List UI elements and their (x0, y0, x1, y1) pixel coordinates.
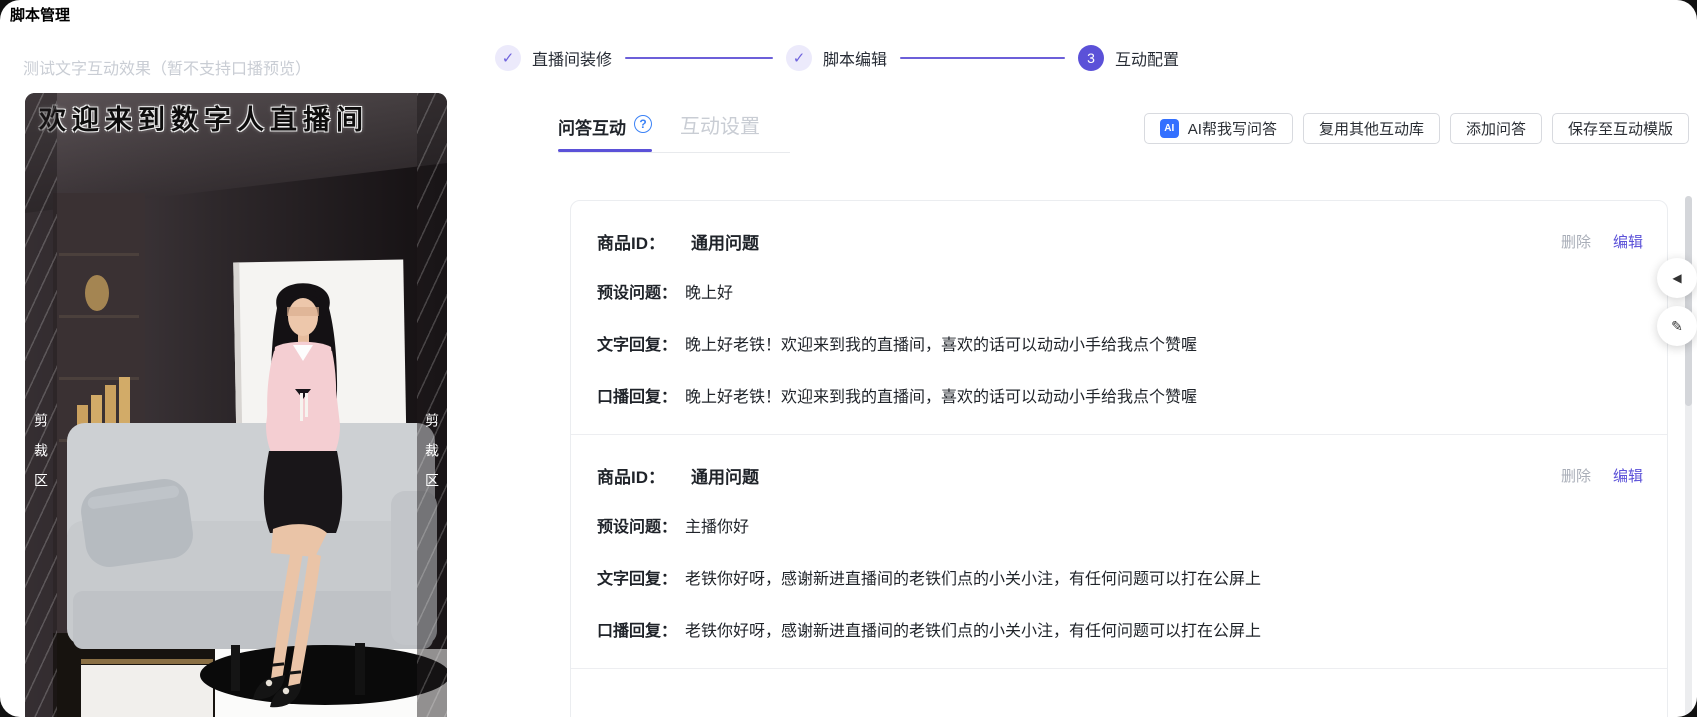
spoken-reply-row: 口播回复： 老铁你好呀，感谢新进直播间的老铁们点的小关小注，有任何问题可以打在公… (597, 620, 1641, 644)
row-value: 晚上好 (685, 285, 734, 302)
collapse-fab-button[interactable]: ◀ (1657, 258, 1697, 298)
edit-link[interactable]: 编辑 (1613, 465, 1643, 486)
edit-tool-fab-button[interactable]: ✎ (1657, 306, 1697, 346)
crop-zone-label: 剪裁区 (424, 413, 440, 503)
delete-link[interactable]: 删除 (1561, 465, 1591, 486)
row-label: 预设问题： (597, 519, 678, 536)
row-label: 口播回复： (597, 389, 678, 406)
step-number-badge: 3 (1078, 45, 1105, 71)
tab-bar: 问答互动 ? 互动设置 (558, 110, 760, 139)
page-title: 脚本管理 (10, 7, 71, 24)
live-room-preview: 欢迎来到数字人直播间 剪裁区 剪裁区 (25, 93, 447, 717)
spoken-reply-row: 口播回复： 晚上好老铁！欢迎来到我的直播间，喜欢的话可以动动小手给我点个赞喔 (597, 386, 1641, 410)
scrollbar-thumb[interactable] (1685, 196, 1692, 406)
row-value: 老铁你好呀，感谢新进直播间的老铁们点的小关小注，有任何问题可以打在公屏上 (685, 571, 1262, 588)
tab-interaction-settings[interactable]: 互动设置 (680, 110, 760, 139)
step-label: 直播间装修 (532, 52, 613, 69)
check-icon: ✓ (495, 45, 521, 71)
row-label: 文字回复： (597, 571, 678, 588)
active-tab-indicator (558, 149, 652, 152)
row-value: 晚上好老铁！欢迎来到我的直播间，喜欢的话可以动动小手给我点个赞喔 (685, 337, 1198, 354)
add-qa-button[interactable]: 添加问答 (1449, 113, 1542, 144)
app-window: 脚本管理 测试文字互动效果（暂不支持口播预览） ✓ 直播间装修 ✓ 脚本编辑 3… (0, 0, 1697, 717)
crop-zone-right: 剪裁区 (417, 93, 447, 717)
preview-subtitle: 测试文字互动效果（暂不支持口播预览） (23, 61, 312, 78)
preview-scene-illustration (25, 93, 447, 717)
row-value: 老铁你好呀，感谢新进直播间的老铁们点的小关小注，有任何问题可以打在公屏上 (685, 623, 1262, 640)
ai-write-qa-label: AI帮我写问答 (1187, 121, 1277, 138)
toolbar: AI AI帮我写问答 复用其他互动库 添加问答 保存至互动模版 (1143, 113, 1689, 144)
edit-link[interactable]: 编辑 (1613, 231, 1643, 252)
qa-group: 商品ID： 通用问题 删除 编辑 预设问题： 主播你好 文字回复： 老铁你好呀，… (571, 435, 1667, 669)
product-id-value: 通用问题 (691, 468, 759, 487)
reuse-interaction-library-button[interactable]: 复用其他互动库 (1302, 113, 1440, 144)
row-label: 预设问题： (597, 285, 678, 302)
ai-write-qa-button[interactable]: AI AI帮我写问答 (1143, 113, 1293, 144)
text-reply-row: 文字回复： 晚上好老铁！欢迎来到我的直播间，喜欢的话可以动动小手给我点个赞喔 (597, 334, 1641, 358)
qa-group-header: 商品ID： 通用问题 (597, 463, 1641, 488)
stepper-connector (625, 57, 774, 59)
check-icon: ✓ (786, 45, 813, 71)
crop-zone-left: 剪裁区 (25, 93, 57, 717)
step-interaction-config[interactable]: 3 互动配置 (1078, 45, 1179, 71)
preset-question-row: 预设问题： 晚上好 (597, 282, 1641, 306)
qa-list-card: 商品ID： 通用问题 删除 编辑 预设问题： 晚上好 文字回复： 晚上好老铁！欢… (570, 200, 1668, 717)
row-value: 晚上好老铁！欢迎来到我的直播间，喜欢的话可以动动小手给我点个赞喔 (685, 389, 1198, 406)
text-reply-row: 文字回复： 老铁你好呀，感谢新进直播间的老铁们点的小关小注，有任何问题可以打在公… (597, 568, 1641, 592)
row-value: 主播你好 (685, 519, 750, 536)
qa-group: 商品ID： 通用问题 删除 编辑 预设问题： 晚上好 文字回复： 晚上好老铁！欢… (571, 201, 1667, 435)
product-id-label: 商品ID： (597, 234, 665, 253)
preset-question-row: 预设问题： 主播你好 (597, 516, 1641, 540)
stepper-connector (900, 57, 1066, 59)
crop-zone-label: 剪裁区 (33, 413, 49, 503)
row-label: 口播回复： (597, 623, 678, 640)
step-label: 互动配置 (1115, 52, 1180, 69)
qa-group-actions: 删除 编辑 (1561, 465, 1643, 486)
step-script-edit[interactable]: ✓ 脚本编辑 (786, 45, 887, 71)
welcome-banner: 欢迎来到数字人直播间 (39, 105, 369, 135)
delete-link[interactable]: 删除 (1561, 231, 1591, 252)
stepper: ✓ 直播间装修 ✓ 脚本编辑 3 互动配置 (495, 44, 1179, 72)
product-id-label: 商品ID： (597, 468, 665, 487)
step-label: 脚本编辑 (823, 52, 888, 69)
help-icon[interactable]: ? (634, 115, 652, 133)
pencil-icon: ✎ (1671, 317, 1683, 334)
qa-group-header: 商品ID： 通用问题 (597, 229, 1641, 254)
tab-qa-interaction[interactable]: 问答互动 (558, 114, 626, 139)
row-label: 文字回复： (597, 337, 678, 354)
qa-group-actions: 删除 编辑 (1561, 231, 1643, 252)
ai-icon: AI (1159, 119, 1179, 138)
collapse-icon: ◀ (1672, 271, 1682, 285)
step-room-decoration[interactable]: ✓ 直播间装修 (495, 45, 612, 71)
tab-divider (558, 152, 790, 153)
product-id-value: 通用问题 (691, 234, 759, 253)
save-to-template-button[interactable]: 保存至互动模版 (1551, 113, 1689, 144)
